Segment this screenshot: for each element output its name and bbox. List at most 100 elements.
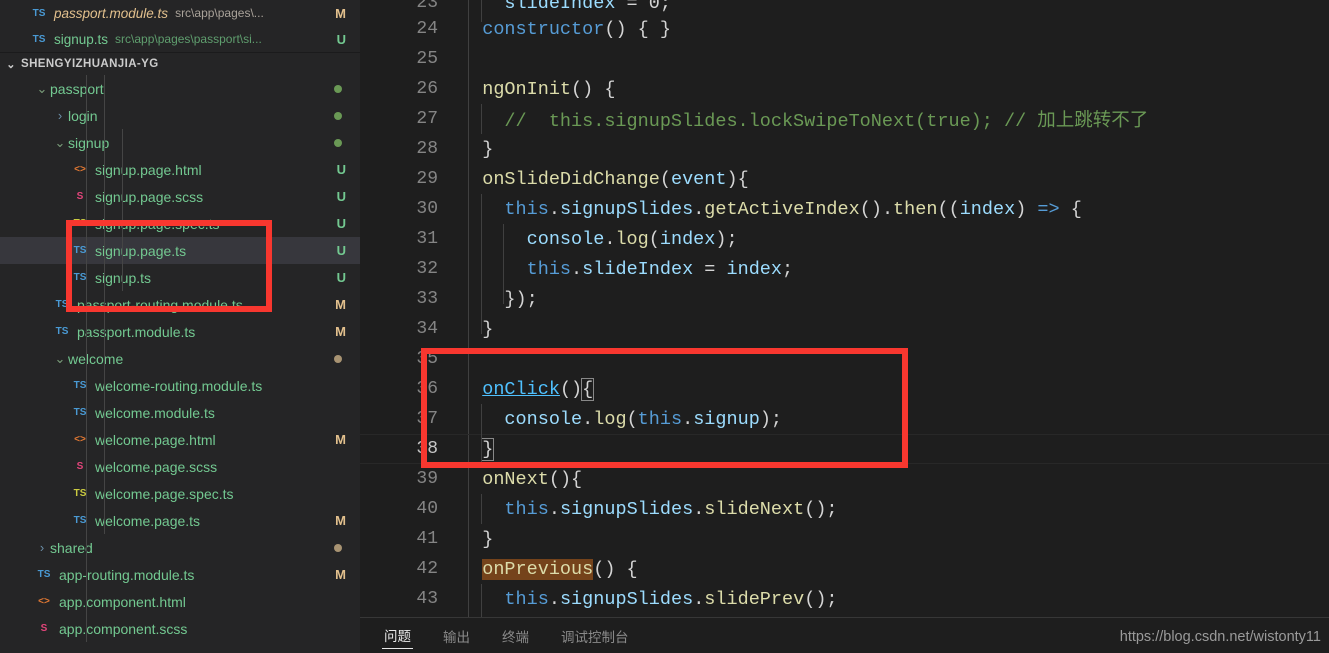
folder-status-dot bbox=[334, 354, 342, 363]
code-viewport[interactable]: 23 slideIndex = 0; 24 constructor() { } 25… bbox=[360, 0, 1329, 617]
tree-file-label: welcome.page.html bbox=[95, 431, 216, 448]
code-line[interactable]: 40 this.signupSlides.slideNext(); bbox=[360, 494, 1329, 524]
tree-file-row[interactable]: Swelcome.page.scss bbox=[0, 453, 360, 480]
open-editor-path: src\app\pages\... bbox=[175, 6, 264, 20]
code-line[interactable]: 26 ngOnInit() { bbox=[360, 74, 1329, 104]
tree-file-row[interactable]: TS passport.module.ts M bbox=[0, 318, 360, 345]
code-line[interactable]: 41 } bbox=[360, 524, 1329, 554]
folder-status-dot bbox=[334, 543, 342, 552]
tree-file-label: app-routing.module.ts bbox=[59, 566, 195, 583]
tree-file-row[interactable]: TS welcome.module.ts bbox=[0, 399, 360, 426]
tree-file-row[interactable]: <> welcome.page.html M bbox=[0, 426, 360, 453]
line-number: 38 bbox=[416, 439, 438, 459]
status-badge: U bbox=[336, 162, 346, 177]
tree-file-row[interactable]: TS signup.ts U bbox=[0, 264, 360, 291]
line-number: 37 bbox=[416, 409, 438, 429]
code-line[interactable]: 25 bbox=[360, 44, 1329, 74]
scss-file-icon: S bbox=[76, 191, 84, 202]
ts-spec-file-icon: TS bbox=[73, 488, 87, 499]
code-line[interactable]: 32 this.slideIndex = index; bbox=[360, 254, 1329, 284]
workspace-section-header[interactable]: ⌄ SHENGYIZHUANJIA-YG bbox=[0, 53, 360, 75]
tree-file-label: signup.page.spec.ts bbox=[95, 215, 220, 232]
tree-file-row[interactable]: TS welcome.page.ts M bbox=[0, 507, 360, 534]
line-number: 33 bbox=[416, 289, 438, 309]
tree-file-row[interactable]: TS welcome-routing.module.ts bbox=[0, 372, 360, 399]
code-line[interactable]: 24 constructor() { } bbox=[360, 14, 1329, 44]
tree-file-row[interactable]: <> signup.page.html U bbox=[0, 156, 360, 183]
code-line[interactable]: 30 this.signupSlides.getActiveIndex().th… bbox=[360, 194, 1329, 224]
tree-folder-row[interactable]: ⌄ passport bbox=[0, 75, 360, 102]
open-editor-item[interactable]: TS signup.ts src\app\pages\passport\si..… bbox=[0, 26, 360, 52]
tree-file-row[interactable]: TS passport-routing.module.ts M bbox=[0, 291, 360, 318]
tree-file-label: signup.page.ts bbox=[95, 242, 187, 259]
status-badge: M bbox=[335, 324, 346, 339]
tree-file-row[interactable]: TS signup.page.spec.ts U bbox=[0, 210, 360, 237]
code-editor[interactable]: 23 slideIndex = 0; 24 constructor() { } 25… bbox=[360, 0, 1329, 653]
code-text: constructor() { } bbox=[482, 18, 671, 40]
panel-tab-terminal[interactable]: 终端 bbox=[500, 623, 531, 649]
code-line[interactable]: 27 // this.signupSlides.lockSwipeToNext(… bbox=[360, 104, 1329, 134]
code-line[interactable]: 37 console.log(this.signup); bbox=[360, 404, 1329, 434]
tree-folder-row[interactable]: ⌄ signup bbox=[0, 129, 360, 156]
folder-status-dot bbox=[334, 111, 342, 120]
code-text: // this.signupSlides.lockSwipeToNext(tru… bbox=[460, 111, 1149, 132]
tree-file-row[interactable]: Ssignup.page.scss U bbox=[0, 183, 360, 210]
folder-status-dot bbox=[334, 84, 342, 93]
tree-folder-row[interactable]: ⌄ welcome bbox=[0, 345, 360, 372]
chevron-down-icon[interactable]: ⌄ bbox=[34, 81, 50, 97]
tree-file-label: welcome-routing.module.ts bbox=[95, 377, 263, 394]
line-number: 28 bbox=[416, 139, 438, 159]
tree-folder-row[interactable]: › shared bbox=[0, 534, 360, 561]
code-text: this.slideIndex = index; bbox=[526, 258, 794, 280]
scss-file-icon: S bbox=[76, 461, 84, 472]
code-text: this.signupSlides.getActiveIndex().then(… bbox=[504, 198, 1082, 220]
tree-file-row[interactable]: Sapp.component.scss bbox=[0, 615, 360, 642]
code-line[interactable]: 29 onSlideDidChange(event){ bbox=[360, 164, 1329, 194]
chevron-right-icon[interactable]: › bbox=[34, 540, 50, 555]
code-line[interactable]: 38 } bbox=[360, 434, 1329, 464]
code-line[interactable]: 34 } bbox=[360, 314, 1329, 344]
code-line[interactable]: 42 onPrevious() { bbox=[360, 554, 1329, 584]
tree-file-row[interactable]: TS welcome.page.spec.ts bbox=[0, 480, 360, 507]
tree-file-row[interactable]: <> app.component.html bbox=[0, 588, 360, 615]
code-line[interactable]: 31 console.log(index); bbox=[360, 224, 1329, 254]
panel-tab-problems[interactable]: 问题 bbox=[382, 622, 413, 649]
line-number: 30 bbox=[416, 199, 438, 219]
code-indent-guide bbox=[481, 584, 482, 617]
chevron-down-icon[interactable]: ⌄ bbox=[52, 351, 68, 367]
code-text: } bbox=[460, 138, 494, 160]
tree-folder-label: login bbox=[68, 107, 98, 124]
open-editor-item[interactable]: TS passport.module.ts src\app\pages\... … bbox=[0, 0, 360, 26]
tree-indent-guide bbox=[122, 129, 123, 291]
tree-file-label: app.component.scss bbox=[59, 620, 188, 637]
tree-file-row[interactable]: TS app-routing.module.ts M bbox=[0, 561, 360, 588]
ts-file-icon: TS bbox=[73, 245, 87, 256]
panel-tab-debug-console[interactable]: 调试控制台 bbox=[559, 623, 631, 649]
tree-folder-label: passport bbox=[50, 80, 104, 97]
line-number: 34 bbox=[416, 319, 438, 339]
open-editor-path: src\app\pages\passport\si... bbox=[115, 32, 262, 46]
chevron-right-icon[interactable]: › bbox=[52, 108, 68, 123]
code-text: } bbox=[460, 528, 494, 550]
code-text: onNext(){ bbox=[482, 468, 583, 490]
line-number: 36 bbox=[416, 379, 438, 399]
tree-file-row[interactable]: TS signup.page.ts U bbox=[0, 237, 360, 264]
code-line[interactable]: 36 onClick(){ bbox=[360, 374, 1329, 404]
tree-folder-row[interactable]: › login bbox=[0, 102, 360, 129]
open-editor-name: signup.ts bbox=[54, 31, 109, 47]
chevron-down-icon[interactable]: ⌄ bbox=[52, 135, 68, 151]
code-line[interactable]: 43 this.signupSlides.slidePrev(); bbox=[360, 584, 1329, 614]
code-line[interactable]: 33 }); bbox=[360, 284, 1329, 314]
code-indent-guide bbox=[481, 494, 482, 524]
code-line[interactable]: 23 slideIndex = 0; bbox=[360, 0, 1329, 14]
code-line[interactable]: 35 bbox=[360, 344, 1329, 374]
line-number: 27 bbox=[416, 109, 438, 129]
tree-file-label: signup.page.html bbox=[95, 161, 202, 178]
code-line[interactable]: 39 onNext(){ bbox=[360, 464, 1329, 494]
panel-tab-output[interactable]: 输出 bbox=[441, 623, 472, 649]
chevron-down-icon: ⌄ bbox=[6, 58, 16, 71]
code-text: this.signupSlides.slidePrev(); bbox=[504, 588, 838, 610]
code-text: onClick(){ bbox=[482, 377, 595, 401]
code-line[interactable]: 28 } bbox=[360, 134, 1329, 164]
html-file-icon: <> bbox=[38, 596, 50, 607]
